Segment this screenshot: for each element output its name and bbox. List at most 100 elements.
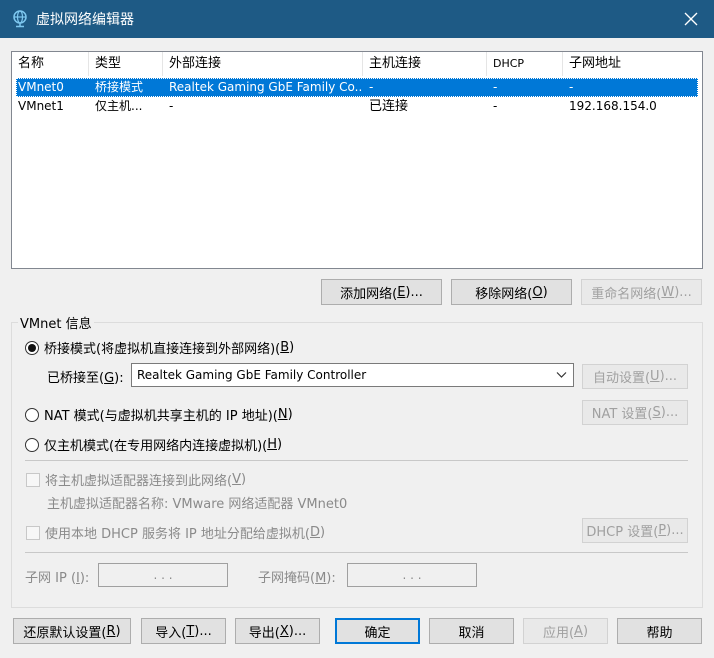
checkbox[interactable] [26,472,40,487]
cell-name: VMnet0 [18,80,64,94]
checkbox[interactable] [26,525,40,540]
nat-mode-radio[interactable]: NAT 模式(与虚拟机共享主机的 IP 地址)(N) [25,405,293,424]
radio-button[interactable] [25,437,39,452]
add-network-button[interactable]: 添加网络(E)... [321,279,442,305]
host-only-radio[interactable]: 仅主机模式(在专用网络内连接虚拟机)(H) [25,435,282,454]
cancel-button[interactable]: 取消 [429,618,514,644]
export-accel: X [279,623,289,639]
close-button[interactable] [668,0,714,38]
subnet-ip-text: 子网 IP ( [25,571,77,586]
auto-settings-label: 自动设置( [592,371,651,386]
ok-button[interactable]: 确定 [335,618,420,644]
nat-settings-suffix: )... [660,405,679,420]
adapter-name-text: 主机虚拟适配器名称: VMware 网络适配器 VMnet0 [47,497,348,512]
nat-settings-accel: S [652,405,661,420]
column-header-name[interactable]: 名称 [12,52,89,76]
import-button[interactable]: 导入(T)... [141,618,226,644]
network-list[interactable]: 名称 类型 外部连接 主机连接 DHCP 子网地址 VMnet0 桥接模式 Re… [11,51,703,269]
nat-settings-label: NAT 设置( [591,407,653,422]
restore-defaults-button[interactable]: 还原默认设置(R) [13,618,131,644]
bridged-adapter-value: Realtek Gaming GbE Family Controller [137,368,367,382]
cell-external: Realtek Gaming GbE Family Co... [169,80,363,94]
dhcp-settings-button[interactable]: DHCP 设置(P)... [582,518,688,543]
help-button[interactable]: 帮助 [617,618,702,644]
dhcp-checkbox[interactable]: 使用本地 DHCP 服务将 IP 地址分配给虚拟机(D) [26,523,325,542]
apply-button[interactable]: 应用(A) [523,618,608,644]
remove-network-button[interactable]: 移除网络(O) [451,279,572,305]
rename-network-button[interactable]: 重命名网络(W)... [581,279,702,305]
table-row[interactable]: VMnet1 仅主机... - 已连接 - 192.168.154.0 [16,97,698,116]
subnet-ip-input[interactable]: . . . [98,563,228,587]
bridged-adapter-select[interactable]: Realtek Gaming GbE Family Controller [131,363,574,387]
column-header-host[interactable]: 主机连接 [363,52,487,76]
cell-external: - [169,99,174,113]
cell-host: 已连接 [369,99,409,114]
cell-subnet: 192.168.154.0 [569,99,657,113]
auto-settings-button[interactable]: 自动设置(U)... [582,364,688,389]
restore-label: 还原默认设置( [23,625,107,641]
bridged-mode-label: 桥接模式(将虚拟机直接连接到外部网络)( [44,342,281,357]
column-header-dhcp[interactable]: DHCP [487,52,563,76]
radio-button-checked[interactable] [25,340,39,355]
separator [25,552,688,553]
rename-network-accel: W [661,284,675,300]
export-button[interactable]: 导出(X)... [235,618,320,644]
dhcp-check-label: 使用本地 DHCP 服务将 IP 地址分配给虚拟机( [45,527,310,542]
cell-type: 桥接模式 [95,80,144,94]
rename-network-label: 重命名网络( [591,286,662,302]
dhcp-check-suffix: ) [320,525,326,540]
nat-mode-accel: N [277,407,288,422]
subnet-mask-input[interactable]: . . . [347,563,477,587]
host-only-accel: H [267,437,277,452]
apply-label: 应用( [542,625,575,641]
subnet-ip-label: 子网 IP (I): [25,567,89,586]
column-header-external[interactable]: 外部连接 [163,52,363,76]
subnet-mask-accel: M [315,571,327,586]
cell-host: - [369,80,374,94]
close-icon [684,12,698,26]
connect-adapter-label: 将主机虚拟适配器连接到此网络( [45,474,233,489]
table-row[interactable]: VMnet0 桥接模式 Realtek Gaming GbE Family Co… [16,78,698,97]
list-header: 名称 类型 外部连接 主机连接 DHCP 子网地址 [12,52,702,76]
subnet-mask-dots: . . . [402,568,422,582]
add-network-suffix: )... [405,284,423,300]
bridged-to-text: 已桥接至( [47,371,105,386]
auto-settings-suffix: )... [659,369,678,384]
restore-suffix: ) [115,623,121,639]
cell-subnet: - [569,80,574,94]
add-network-accel: E [397,284,406,300]
connect-adapter-accel: V [232,472,241,487]
cell-type: 仅主机... [95,99,143,113]
export-label: 导出( [248,625,280,641]
subnet-ip-dots: . . . [153,568,173,582]
dhcp-settings-accel: P [658,523,667,538]
subnet-mask-text: 子网掩码( [258,571,316,586]
network-globe-icon [13,10,27,28]
bridged-mode-radio[interactable]: 桥接模式(将虚拟机直接连接到外部网络)(B) [25,338,294,357]
remove-network-label: 移除网络( [475,286,533,302]
rename-network-suffix: )... [674,284,692,300]
cell-name: VMnet1 [18,99,64,113]
import-label: 导入( [155,625,187,641]
nat-mode-suffix: ) [287,407,293,422]
radio-button[interactable] [25,407,39,422]
column-header-type[interactable]: 类型 [89,52,163,76]
host-only-label: 仅主机模式(在专用网络内连接虚拟机)( [44,439,268,454]
restore-accel: R [106,623,116,639]
vmnet-info-legend: VMnet 信息 [18,313,94,332]
connect-adapter-checkbox[interactable]: 将主机虚拟适配器连接到此网络(V) [26,470,246,489]
cell-dhcp: - [493,99,498,113]
apply-accel: A [574,623,583,639]
chevron-down-icon [556,372,567,378]
window-title: 虚拟网络编辑器 [36,12,134,28]
nat-settings-button[interactable]: NAT 设置(S)... [582,400,688,425]
export-suffix: )... [288,623,307,639]
apply-suffix: ) [582,623,589,639]
host-only-suffix: ) [277,437,283,452]
import-suffix: )... [194,623,212,639]
separator [25,460,688,461]
column-header-subnet[interactable]: 子网地址 [563,52,689,76]
dhcp-settings-suffix: )... [666,523,684,538]
title-bar: 虚拟网络编辑器 [0,0,714,38]
bridged-mode-accel: B [280,340,290,355]
